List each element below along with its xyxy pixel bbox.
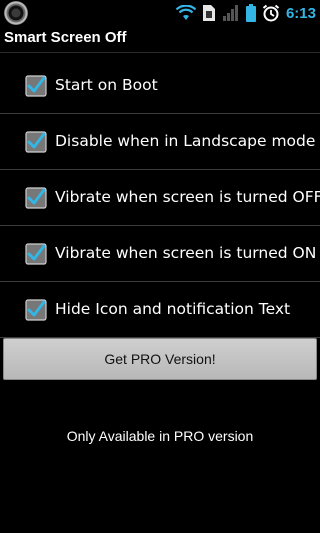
title-bar: Smart Screen Off	[0, 25, 320, 53]
setting-start-on-boot[interactable]: Start on Boot	[0, 58, 320, 114]
signal-icon	[222, 5, 238, 21]
setting-vibrate-off[interactable]: Vibrate when screen is turned OFF	[0, 170, 320, 226]
wifi-icon	[175, 5, 196, 20]
checkbox-checked-icon[interactable]	[25, 299, 47, 321]
app-icon	[4, 1, 28, 25]
checkbox-checked-icon[interactable]	[25, 131, 47, 153]
setting-label: Vibrate when screen is turned OFF	[55, 188, 320, 206]
setting-disable-landscape[interactable]: Disable when in Landscape mode	[0, 114, 320, 170]
screen: 6:13 Smart Screen Off Start on Boot Disa…	[0, 0, 320, 533]
setting-label: Disable when in Landscape mode	[55, 132, 316, 150]
app-title: Smart Screen Off	[4, 29, 127, 46]
get-pro-button[interactable]: Get PRO Version!	[3, 338, 317, 380]
clock-time: 6:13	[285, 4, 316, 22]
pro-only-note: Only Available in PRO version	[66, 428, 254, 444]
setting-label: Start on Boot	[55, 76, 158, 94]
checkbox-checked-icon[interactable]	[25, 243, 47, 265]
setting-hide-icon[interactable]: Hide Icon and notification Text	[0, 282, 320, 338]
checkbox-checked-icon[interactable]	[25, 187, 47, 209]
setting-label: Vibrate when screen is turned ON	[55, 244, 317, 262]
setting-vibrate-on[interactable]: Vibrate when screen is turned ON	[0, 226, 320, 282]
alarm-icon	[262, 4, 280, 22]
status-icons: 6:13	[170, 3, 316, 23]
status-bar: 6:13	[0, 0, 320, 25]
setting-label: Hide Icon and notification Text	[55, 300, 291, 318]
sim-card-icon	[202, 5, 215, 21]
battery-icon	[245, 4, 256, 22]
settings-list: Start on Boot Disable when in Landscape …	[0, 58, 320, 338]
checkbox-checked-icon[interactable]	[25, 75, 47, 97]
